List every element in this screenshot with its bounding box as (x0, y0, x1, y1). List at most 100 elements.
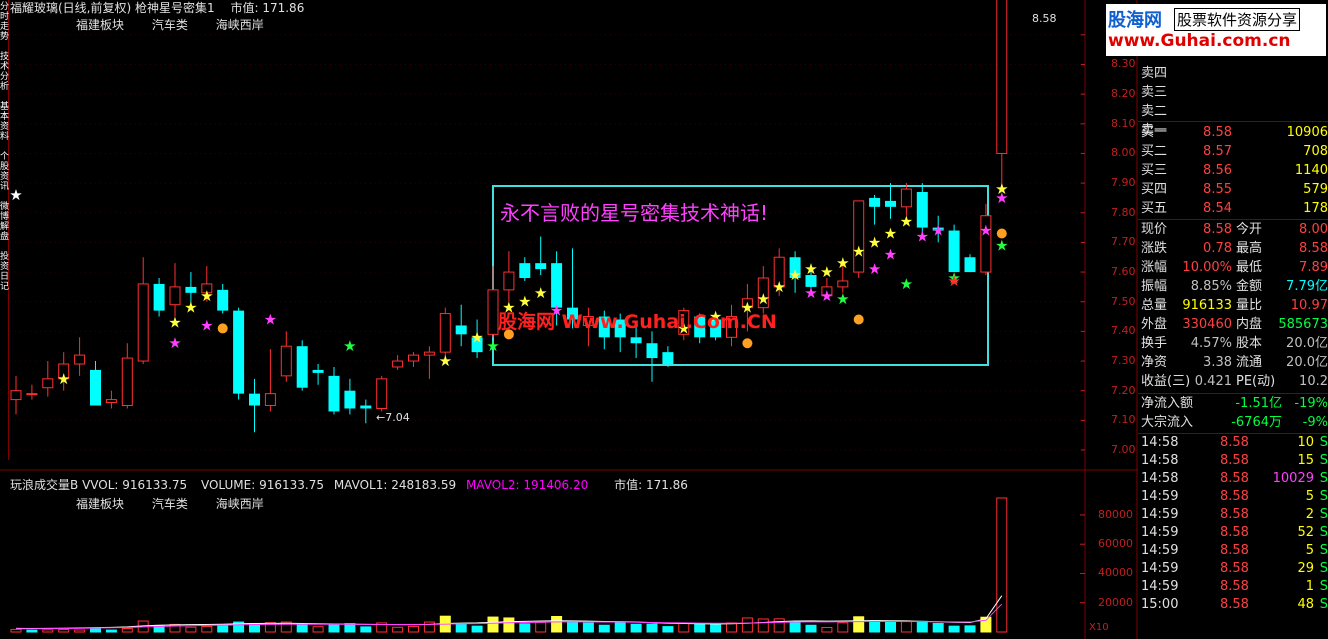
quote-label: 最低 (1236, 260, 1263, 275)
flow-value: -6764万 (1231, 415, 1282, 430)
tick-volume: 10 (1297, 435, 1314, 450)
tick-row: 14:59 8.58 29 S (1138, 560, 1328, 578)
sell-level-label: 卖三 (1141, 85, 1168, 100)
candle-body-up (503, 271, 515, 291)
volume-bar (487, 616, 499, 633)
buy-level-label: 买二 (1141, 144, 1168, 159)
signal-star: ★ (884, 225, 897, 243)
volume-bar (296, 624, 308, 633)
price-axis-label: 7.90 (1111, 176, 1136, 190)
signal-star: ★ (9, 186, 22, 204)
quote-value: 20.0亿 (1286, 336, 1328, 351)
volume-unit: X10 (1089, 622, 1109, 633)
volume-bar (932, 623, 944, 633)
volume-indicator-name[interactable]: 玩浪成交量B (10, 478, 78, 492)
signal-star: ★ (486, 337, 499, 355)
left-tab[interactable]: 分时走势 (0, 2, 9, 42)
sell-level-label: 卖二 (1141, 104, 1168, 119)
volume-market-value: 市值: 171.86 (614, 478, 688, 492)
signal-star: ★ (900, 275, 913, 293)
signal-star: ★ (168, 313, 181, 331)
signal-star: ★ (757, 290, 770, 308)
quote-value: 0.421 (1194, 374, 1232, 389)
concept-tag[interactable]: 福建板块 (76, 497, 124, 511)
buy-level-label: 买一 (1141, 125, 1168, 140)
volume-bar (837, 622, 849, 633)
price-axis-label: 7.10 (1111, 413, 1136, 427)
buy-level: 买二 8.57 708 (1138, 143, 1328, 161)
quote-label: 流通 (1236, 355, 1263, 370)
volume-bar (392, 626, 404, 633)
signal-star: ★ (534, 284, 547, 302)
quote-label: 振幅 (1141, 279, 1168, 294)
candle-body-up (423, 351, 435, 356)
tick-time: 14:58 (1141, 471, 1179, 486)
candle-body-down (90, 369, 101, 406)
tick-price: 8.58 (1220, 579, 1249, 594)
tick-price: 8.58 (1220, 435, 1249, 450)
candle-body-down (153, 283, 165, 311)
buy-level-label: 买三 (1141, 163, 1168, 178)
indicator-name[interactable]: 枪神星号密集1 (135, 1, 215, 15)
signal-star: ★ (916, 227, 929, 245)
signal-star: ★ (804, 284, 817, 302)
candle-body-down (312, 369, 324, 373)
price-axis-label: 8.00 (1111, 146, 1136, 160)
concept-tag[interactable]: 福建板块 (76, 18, 124, 32)
quote-value: 8.58 (1203, 222, 1232, 237)
quote-label: 股本 (1236, 336, 1263, 351)
volume-bar (26, 629, 38, 633)
capital-flow-row: 净流入额 -1.51亿 -19% (1138, 395, 1328, 413)
price-axis-label: 7.80 (1111, 205, 1136, 219)
buy-level-price: 8.56 (1203, 163, 1232, 178)
concept-tag[interactable]: 海峡西岸 (216, 497, 264, 511)
concept-tag[interactable]: 海峡西岸 (216, 18, 264, 32)
tick-time: 14:59 (1141, 579, 1179, 594)
volume-bar (773, 618, 785, 633)
quote-label: 涨跌 (1141, 241, 1168, 256)
volume-bar (741, 617, 753, 633)
buy-level: 买三 8.56 1140 (1138, 162, 1328, 180)
capital-flow-row: 大宗流入 -6764万 -9% (1138, 414, 1328, 432)
volume-bar (105, 629, 117, 633)
volume-bar (885, 620, 896, 633)
tick-time: 14:58 (1141, 453, 1179, 468)
tick-row: 14:58 8.58 10029 S (1138, 470, 1328, 488)
buy-level-label: 买四 (1141, 182, 1168, 197)
tick-time: 14:59 (1141, 507, 1179, 522)
candle-body-up (121, 357, 133, 407)
quote-row: 涨幅 10.00% 最低 7.89 (1138, 259, 1328, 277)
volume-bar (567, 621, 578, 633)
candle-body-up (264, 393, 276, 407)
left-tab[interactable]: 基本资料 (0, 102, 9, 142)
buy-level-volume: 178 (1303, 201, 1328, 216)
left-tab[interactable]: 微博解盘 (0, 202, 9, 242)
quote-value: 330460 (1182, 317, 1232, 332)
flow-percent: -19% (1294, 396, 1328, 411)
volume-bar (312, 626, 324, 633)
candle-body-down (344, 390, 356, 409)
volume-bar (535, 621, 547, 633)
volume-bar (503, 617, 515, 633)
volume-bar (789, 622, 801, 633)
tick-volume: 2 (1305, 507, 1314, 522)
concept-tag[interactable]: 汽车类 (152, 497, 188, 511)
volume-bar (662, 626, 674, 633)
volume-bar (471, 625, 483, 633)
tick-side: S (1319, 579, 1328, 594)
tick-price: 8.58 (1220, 525, 1249, 540)
buy-level: 买五 8.54 178 (1138, 200, 1328, 218)
left-tab[interactable]: 技术分析 (0, 52, 9, 92)
tick-volume: 10029 (1272, 471, 1314, 486)
concept-tag[interactable]: 汽车类 (152, 18, 188, 32)
candle-body-down (916, 192, 928, 228)
vvol-value: VVOL: 916133.75 (82, 478, 188, 492)
quote-row: 换手 4.57% 股本 20.0亿 (1138, 335, 1328, 353)
quote-value: 0.78 (1203, 241, 1232, 256)
signal-star: ★ (200, 316, 213, 334)
volume-bar (964, 625, 976, 633)
left-tab[interactable]: 投资日记 (0, 252, 9, 292)
tick-time: 14:59 (1141, 543, 1179, 558)
left-tab[interactable]: 个股资讯 (0, 152, 9, 192)
volume-bar (10, 628, 22, 633)
